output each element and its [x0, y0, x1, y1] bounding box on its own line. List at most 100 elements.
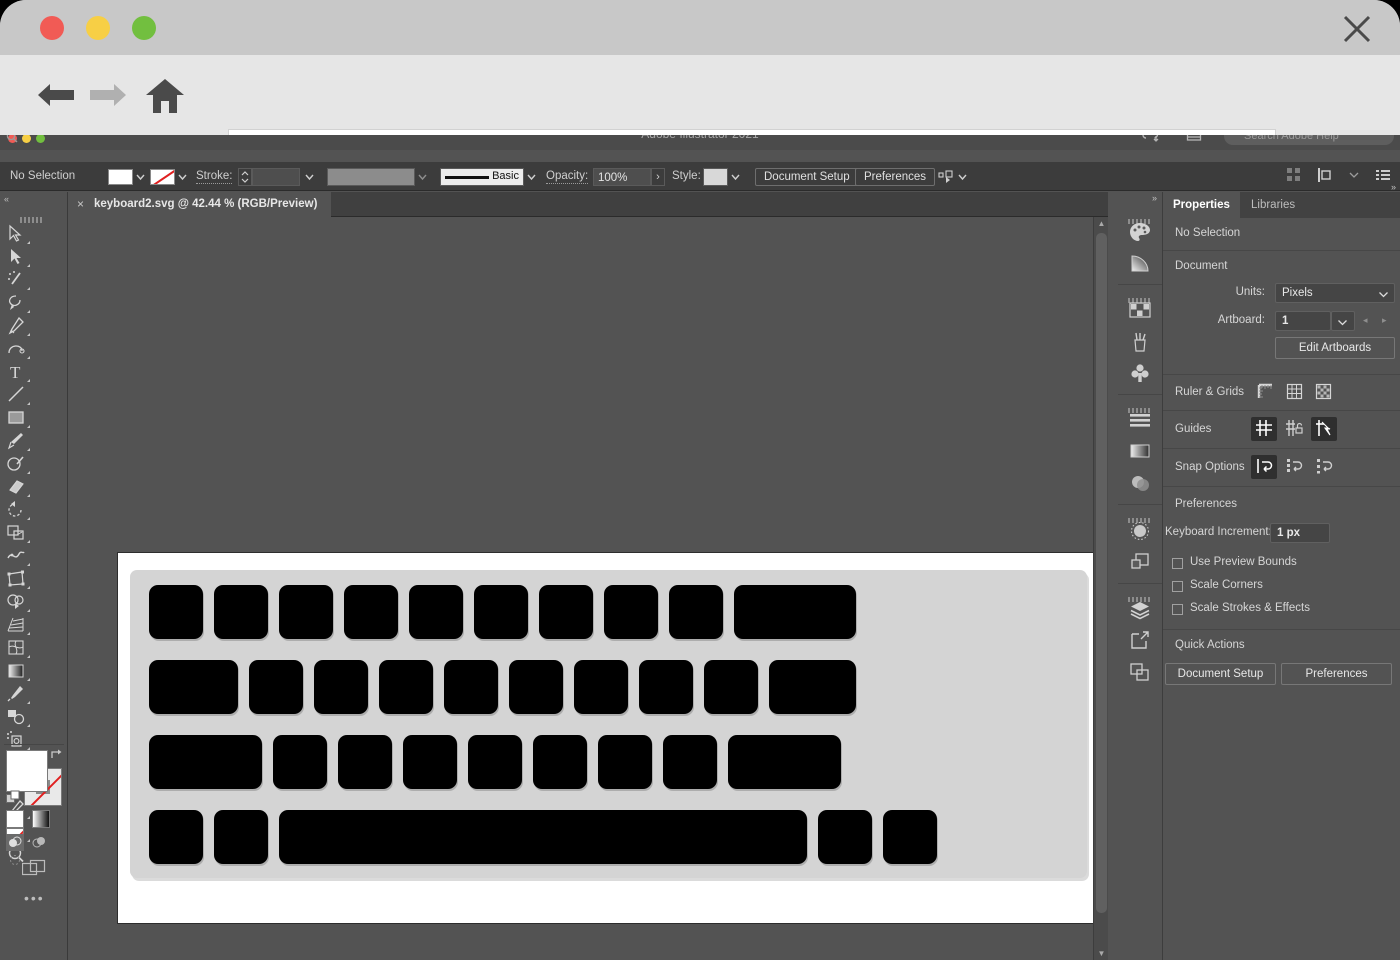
pen-tool[interactable]: [0, 314, 32, 337]
dock-grip[interactable]: [1118, 285, 1162, 303]
stroke-weight-stepper[interactable]: [238, 168, 252, 186]
smart-guides-icon[interactable]: [1311, 417, 1337, 441]
forward-arrow-icon[interactable]: [88, 79, 128, 116]
options-list-icon[interactable]: [1376, 168, 1390, 187]
gradient-panel-icon[interactable]: [1118, 249, 1162, 280]
tools-more-button[interactable]: •••: [24, 890, 45, 906]
quick-action-document-setup-button[interactable]: Document Setup: [1165, 663, 1276, 685]
brush-chevron-down-icon[interactable]: [524, 169, 539, 185]
gradient-tool[interactable]: [0, 659, 32, 682]
dock-grip[interactable]: [1118, 505, 1162, 523]
draw-normal-mode-button[interactable]: [6, 834, 24, 851]
expand-panels-button[interactable]: »: [1152, 193, 1157, 203]
window-close-button[interactable]: [40, 16, 64, 40]
document-tab[interactable]: × keyboard2.svg @ 42.44 % (RGB/Preview): [68, 192, 332, 217]
appearance-panel-icon[interactable]: [1118, 517, 1162, 548]
back-arrow-icon[interactable]: [36, 79, 76, 116]
color-palette-icon[interactable]: [1118, 218, 1162, 249]
preferences-button[interactable]: Preferences: [855, 168, 936, 186]
magic-wand-tool[interactable]: [0, 268, 32, 291]
show-grid-icon[interactable]: [1282, 381, 1306, 403]
artboard-next-button[interactable]: ▸: [1382, 315, 1387, 326]
document-setup-button[interactable]: Document Setup: [755, 168, 859, 186]
width-tool[interactable]: [0, 544, 32, 567]
gradient-mode-button[interactable]: [32, 810, 51, 828]
pathfinder-panel-icon[interactable]: [1118, 548, 1162, 579]
mesh-tool[interactable]: [0, 636, 32, 659]
brush-definition-select[interactable]: Basic: [440, 168, 524, 186]
scroll-down-icon[interactable]: ▼: [1097, 949, 1106, 958]
window-minimize-button[interactable]: [86, 16, 110, 40]
chevron-down-icon[interactable]: [1348, 168, 1360, 187]
style-chevron-down-icon[interactable]: [728, 169, 743, 185]
export-panel-icon[interactable]: [1118, 627, 1162, 658]
canvas-area[interactable]: ▲ ▼: [68, 217, 1108, 960]
scrollbar-thumb[interactable]: [1096, 233, 1107, 913]
stroke-chevron-down-icon[interactable]: [175, 169, 190, 185]
align-icon[interactable]: [1317, 168, 1331, 187]
opacity-input[interactable]: 100%: [593, 168, 651, 186]
snap-to-point-icon[interactable]: [1251, 455, 1277, 479]
dock-grip[interactable]: [1118, 206, 1162, 224]
scroll-up-icon[interactable]: ▲: [1097, 219, 1106, 228]
collapse-panel-button[interactable]: »: [1391, 182, 1396, 192]
default-fill-stroke-icon[interactable]: [6, 790, 22, 811]
stroke-weight-chevron-down-icon[interactable]: [302, 169, 317, 185]
symbol-sprayer-tool[interactable]: [0, 728, 32, 751]
perspective-grid-tool[interactable]: [0, 613, 32, 636]
draw-behind-mode-button[interactable]: [30, 834, 48, 851]
scale-tool[interactable]: [0, 521, 32, 544]
line-segment-tool[interactable]: [0, 383, 32, 406]
stroke-weight-input[interactable]: [252, 168, 300, 186]
home-icon[interactable]: [144, 75, 186, 120]
variable-width-chevron-down-icon[interactable]: [415, 169, 430, 185]
lock-guides-icon[interactable]: [1281, 417, 1307, 441]
color-swatch-mode-button[interactable]: [6, 810, 24, 828]
transparency-panel-icon[interactable]: [1118, 469, 1162, 500]
fill-color-swatch[interactable]: [108, 169, 133, 185]
tab-properties[interactable]: Properties: [1163, 192, 1240, 218]
select-similar-chevron-down-icon[interactable]: [955, 169, 970, 185]
lasso-tool[interactable]: [0, 291, 32, 314]
close-icon[interactable]: [1340, 12, 1374, 46]
rotate-tool[interactable]: [0, 498, 32, 521]
artboard-select-chevron[interactable]: [1331, 311, 1355, 331]
brushes-panel-icon[interactable]: [1118, 328, 1162, 359]
select-similar-icon[interactable]: [938, 169, 954, 190]
dock-grip[interactable]: [1118, 584, 1162, 602]
type-tool[interactable]: T: [0, 360, 32, 383]
close-icon[interactable]: ×: [77, 192, 84, 217]
graphic-style-swatch[interactable]: [703, 168, 728, 186]
show-rulers-icon[interactable]: [1253, 381, 1277, 403]
symbols-panel-icon[interactable]: [1118, 359, 1162, 390]
edit-artboards-button[interactable]: Edit Artboards: [1275, 337, 1395, 359]
tools-panel-grip[interactable]: [20, 210, 48, 223]
selection-tool[interactable]: [0, 222, 32, 245]
shape-builder-tool[interactable]: [0, 590, 32, 613]
variable-width-profile-select[interactable]: [327, 168, 415, 186]
change-screen-mode-icon[interactable]: [21, 858, 48, 883]
snap-to-grid-icon[interactable]: [1281, 455, 1307, 479]
free-transform-tool[interactable]: [0, 567, 32, 590]
artboard-prev-button[interactable]: ◂: [1363, 315, 1368, 326]
align-panel-icon[interactable]: [1118, 407, 1162, 438]
curvature-tool[interactable]: [0, 337, 32, 360]
paintbrush-tool[interactable]: [0, 429, 32, 452]
collapse-tools-panel-button[interactable]: «: [4, 194, 9, 204]
arrange-grid-icon[interactable]: [1286, 168, 1301, 187]
artboards-panel-icon[interactable]: [1118, 658, 1162, 689]
tab-libraries[interactable]: Libraries: [1241, 192, 1306, 218]
fill-chevron-down-icon[interactable]: [133, 169, 148, 185]
units-select[interactable]: Pixels: [1275, 283, 1395, 303]
show-guides-icon[interactable]: [1251, 417, 1277, 441]
fill-proxy-swatch[interactable]: [6, 750, 48, 792]
canvas-vertical-scrollbar[interactable]: ▲ ▼: [1093, 217, 1108, 960]
eyedropper-tool[interactable]: [0, 682, 32, 705]
direct-selection-tool[interactable]: [0, 245, 32, 268]
snap-to-pixel-icon[interactable]: [1311, 455, 1337, 479]
layers-panel-icon[interactable]: [1118, 596, 1162, 627]
swatches-panel-icon[interactable]: [1118, 297, 1162, 328]
shaper-tool[interactable]: [0, 452, 32, 475]
blend-tool[interactable]: [0, 705, 32, 728]
stroke-color-swatch[interactable]: [150, 169, 175, 185]
